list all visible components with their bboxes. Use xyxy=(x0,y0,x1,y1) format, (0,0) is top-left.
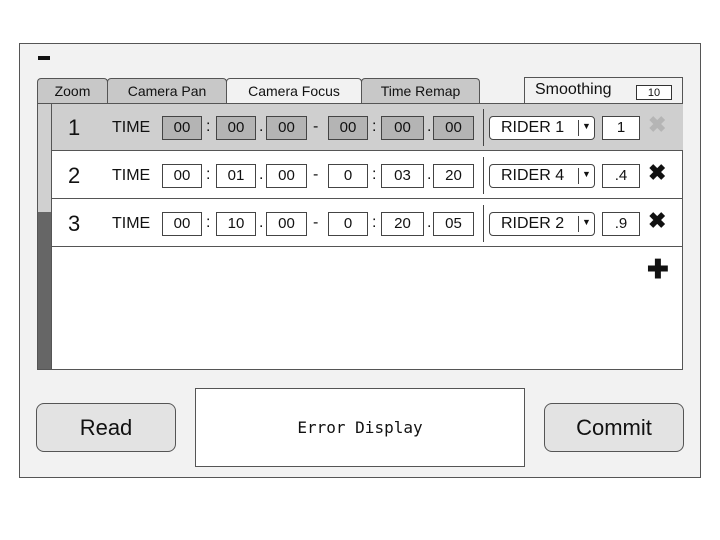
range-separator: - xyxy=(313,214,319,231)
time-separator: . xyxy=(427,214,432,231)
end-seconds-field[interactable]: 20 xyxy=(381,212,424,236)
range-separator: - xyxy=(313,166,319,183)
start-seconds-field[interactable]: 01 xyxy=(216,164,256,188)
delete-row-icon[interactable]: ✖ xyxy=(648,160,666,186)
tab-zoom[interactable]: Zoom xyxy=(37,78,108,103)
time-separator: : xyxy=(206,118,211,135)
caret-down-icon: ▼ xyxy=(582,121,591,131)
row-number: 1 xyxy=(68,115,81,140)
end-frames-field[interactable]: 00 xyxy=(433,116,474,140)
rider-select-value: RIDER 1 xyxy=(501,119,565,136)
end-frames-field[interactable]: 20 xyxy=(433,164,474,188)
time-separator: : xyxy=(372,166,377,183)
tab-time-remap[interactable]: Time Remap xyxy=(361,78,480,103)
row-smoothing-field[interactable]: .9 xyxy=(602,212,640,236)
smoothing-label: Smoothing xyxy=(535,81,612,98)
rider-select[interactable]: RIDER 1 ▼ xyxy=(489,116,595,140)
caret-down-icon: ▼ xyxy=(582,169,591,179)
minimize-icon[interactable] xyxy=(38,56,50,60)
start-minutes-field[interactable]: 00 xyxy=(162,212,202,236)
commit-button[interactable]: Commit xyxy=(544,403,684,452)
time-label: TIME xyxy=(112,167,151,184)
time-label: TIME xyxy=(112,215,151,232)
end-minutes-field[interactable]: 00 xyxy=(328,116,368,140)
row-smoothing-field[interactable]: .4 xyxy=(602,164,640,188)
caret-down-icon: ▼ xyxy=(582,217,591,227)
end-seconds-field[interactable]: 03 xyxy=(381,164,424,188)
scrollbar-thumb[interactable] xyxy=(38,212,51,369)
smoothing-control: Smoothing 10 xyxy=(524,77,683,104)
error-display: Error Display xyxy=(195,388,525,467)
start-minutes-field[interactable]: 00 xyxy=(162,164,202,188)
add-keyframe-icon[interactable]: ✚ xyxy=(647,256,669,282)
row-smoothing-field[interactable]: 1 xyxy=(602,116,640,140)
time-label: TIME xyxy=(112,119,151,136)
time-separator: : xyxy=(206,214,211,231)
start-minutes-field[interactable]: 00 xyxy=(162,116,202,140)
end-frames-field[interactable]: 05 xyxy=(433,212,474,236)
read-button[interactable]: Read xyxy=(36,403,176,452)
start-seconds-field[interactable]: 00 xyxy=(216,116,256,140)
time-separator: : xyxy=(372,118,377,135)
row-number: 3 xyxy=(68,211,81,236)
keyframe-row[interactable]: 2 TIME 00 : 01 . 00 - 0 : 03 . 20 RIDER … xyxy=(52,152,683,199)
time-separator: : xyxy=(206,166,211,183)
delete-row-icon[interactable]: ✖ xyxy=(648,208,666,234)
start-frames-field[interactable]: 00 xyxy=(266,212,307,236)
rider-select[interactable]: RIDER 2 ▼ xyxy=(489,212,595,236)
time-separator: . xyxy=(427,166,432,183)
time-separator: . xyxy=(259,166,264,183)
divider xyxy=(483,205,484,242)
keyframe-panel: 1 TIME 00 : 00 . 00 - 00 : 00 . 00 RIDER… xyxy=(37,103,683,370)
start-frames-field[interactable]: 00 xyxy=(266,164,307,188)
time-separator: . xyxy=(427,118,432,135)
rider-select[interactable]: RIDER 4 ▼ xyxy=(489,164,595,188)
rider-select-value: RIDER 2 xyxy=(501,215,565,232)
divider xyxy=(483,157,484,194)
time-separator: : xyxy=(372,214,377,231)
start-frames-field[interactable]: 00 xyxy=(266,116,307,140)
divider xyxy=(483,109,484,146)
row-number: 2 xyxy=(68,163,81,188)
range-separator: - xyxy=(313,118,319,135)
smoothing-input[interactable]: 10 xyxy=(636,85,672,100)
end-seconds-field[interactable]: 00 xyxy=(381,116,424,140)
rider-select-value: RIDER 4 xyxy=(501,167,565,184)
scrollbar[interactable] xyxy=(38,104,52,369)
keyframe-row[interactable]: 1 TIME 00 : 00 . 00 - 00 : 00 . 00 RIDER… xyxy=(52,104,683,151)
tab-camera-focus[interactable]: Camera Focus xyxy=(226,78,362,103)
delete-row-icon: ✖ xyxy=(648,112,667,137)
start-seconds-field[interactable]: 10 xyxy=(216,212,256,236)
keyframe-row[interactable]: 3 TIME 00 : 10 . 00 - 0 : 20 . 05 RIDER … xyxy=(52,200,683,247)
end-minutes-field[interactable]: 0 xyxy=(328,164,368,188)
tab-camera-pan[interactable]: Camera Pan xyxy=(107,78,227,103)
end-minutes-field[interactable]: 0 xyxy=(328,212,368,236)
time-separator: . xyxy=(259,118,264,135)
time-separator: . xyxy=(259,214,264,231)
